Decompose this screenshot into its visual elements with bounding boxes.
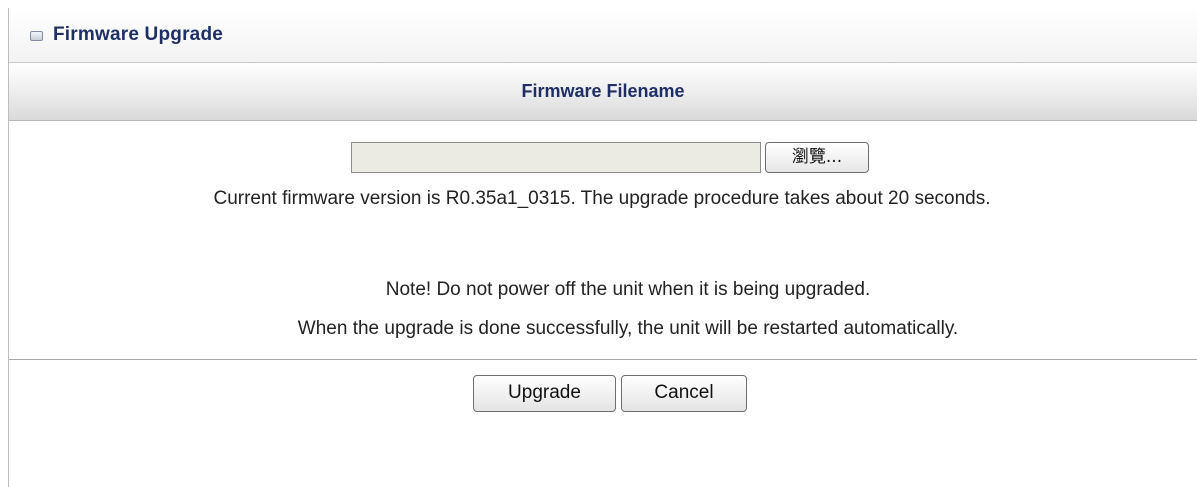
firmware-upgrade-panel: Firmware Upgrade Firmware Filename 瀏覽...… xyxy=(8,8,1197,487)
cancel-button[interactable]: Cancel xyxy=(621,374,747,412)
firmware-version: R0.35a1_0315 xyxy=(445,187,571,209)
panel-title: Firmware Upgrade xyxy=(53,24,224,45)
upgrade-button[interactable]: Upgrade xyxy=(473,374,616,412)
browse-button[interactable]: 瀏覽... xyxy=(765,142,869,173)
firmware-version-text: Current firmware version is R0.35a1_0315… xyxy=(9,173,1197,224)
action-buttons: Upgrade Cancel xyxy=(9,360,1197,426)
window-icon xyxy=(30,31,43,41)
version-prefix: Current firmware version is xyxy=(213,187,446,209)
file-select-row: 瀏覽... xyxy=(9,121,1197,173)
section-header-label: Firmware Filename xyxy=(521,81,685,101)
restart-note: When the upgrade is done successfully, t… xyxy=(297,318,959,339)
version-suffix: . The upgrade procedure takes about 20 s… xyxy=(570,187,991,209)
section-header: Firmware Filename xyxy=(9,63,1197,121)
panel-title-bar: Firmware Upgrade xyxy=(9,8,1197,63)
firmware-file-field[interactable] xyxy=(351,142,761,173)
power-off-note: Note! Do not power off the unit when it … xyxy=(385,279,871,300)
